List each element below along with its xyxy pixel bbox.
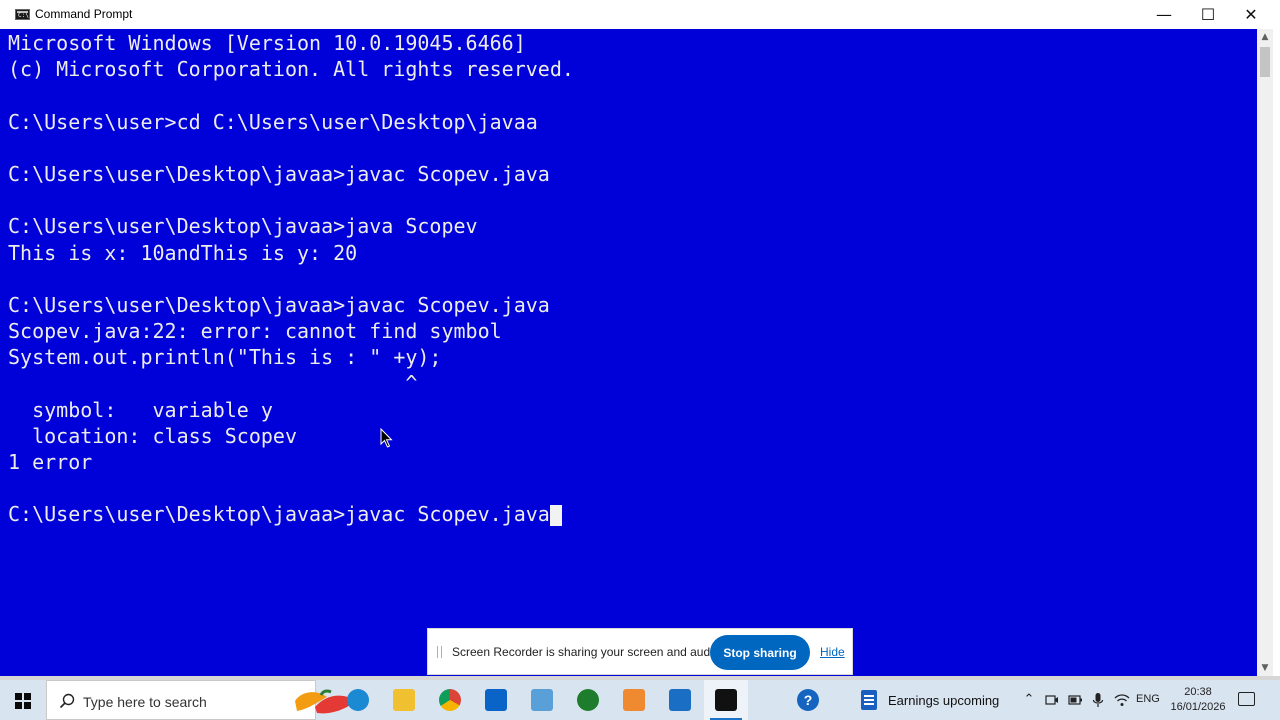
camera-app-icon [669,689,691,711]
windows-logo-icon [15,693,31,709]
search-placeholder: Type here to search [83,694,207,710]
window-title: Command Prompt [35,7,133,21]
show-hidden-icons-button[interactable]: ⌃ [1020,680,1038,720]
console-line: C:\Users\user>cd C:\Users\user\Desktop\j… [8,109,538,134]
console-line: symbol: variable y [8,397,273,422]
edge-taskbar-button[interactable] [336,680,380,720]
news-widget[interactable]: Earnings upcoming [853,680,1013,720]
console-line: 1 error [8,450,93,474]
taskbar: Type here to search ? Earnings upcoming … [0,680,1280,720]
news-icon [861,690,877,710]
close-button[interactable]: ✕ [1229,0,1273,29]
text-cursor [549,505,562,527]
mouse-pointer-icon [380,428,393,448]
title-bar[interactable]: C:\ Command Prompt — ☐ ✕ [0,0,1280,29]
chrome-icon [439,689,461,711]
language-indicator[interactable]: ENG [1136,693,1160,705]
chrome-taskbar-button[interactable] [428,680,472,720]
console-line: This is x: 10andThis is y: 20 [8,240,358,265]
scroll-down-arrow[interactable]: ▼ [1257,660,1273,676]
outlook-taskbar-button[interactable] [474,680,518,720]
screen-sharing-bar: Screen Recorder is sharing your screen a… [427,628,853,675]
console-line: Scopev.java:22: error: cannot find symbo… [8,319,502,344]
file-explorer-taskbar-button[interactable] [382,680,426,720]
sharing-message: Screen Recorder is sharing your screen a… [452,645,723,659]
console-line: ^ [8,371,418,396]
vertical-scrollbar[interactable]: ▲ ▼ [1257,29,1273,676]
notifications-icon[interactable] [1238,692,1255,706]
microphone-icon[interactable] [1092,692,1104,708]
console-line: C:\Users\user\Desktop\javaa>javac Scopev… [8,292,550,317]
edge-icon [347,689,369,711]
maximize-button[interactable]: ☐ [1186,0,1230,29]
hide-link[interactable]: Hide [820,645,845,659]
battery-icon[interactable] [1068,694,1082,706]
console-input-line[interactable]: C:\Users\user\Desktop\javaa>javac Scopev… [8,501,574,527]
file-explorer-icon [393,689,415,711]
console-line: C:\Users\user\Desktop\javaa>java Scopev [8,214,478,239]
camera-app-taskbar-button[interactable] [658,680,702,720]
scroll-up-arrow[interactable]: ▲ [1257,29,1273,45]
orange-app-icon [623,689,645,711]
search-icon [59,693,75,709]
start-button[interactable] [0,680,46,720]
notepad-taskbar-button[interactable] [520,680,564,720]
news-label: Earnings upcoming [888,693,1000,708]
command-prompt-app-icon: C:\ [15,9,30,20]
clock-date: 16/01/2026 [1170,701,1226,713]
wifi-icon[interactable] [1114,693,1130,707]
scroll-thumb[interactable] [1260,47,1270,77]
command-prompt-icon [715,689,737,711]
outlook-icon [485,689,507,711]
console-line: Microsoft Windows [Version 10.0.19045.64… [8,31,526,55]
console-output: Microsoft Windows [Version 10.0.19045.64… [8,30,574,528]
console-line: System.out.println("This is : " +y); [8,345,442,370]
console-current-command: C:\Users\user\Desktop\javaa>javac Scopev… [8,502,550,527]
green-app-taskbar-button[interactable] [566,680,610,720]
orange-app-taskbar-button[interactable] [612,680,656,720]
console-line: C:\Users\user\Desktop\javaa>javac Scopev… [8,161,550,186]
drag-handle-icon[interactable] [437,646,442,658]
clock[interactable]: 20:38 16/01/2026 [1170,685,1226,715]
console-line: (c) Microsoft Corporation. All rights re… [8,57,574,82]
help-icon[interactable]: ? [797,689,819,711]
taskbar-search-box[interactable]: Type here to search [46,680,355,720]
console-area[interactable]: Microsoft Windows [Version 10.0.19045.64… [0,29,1257,676]
console-line: location: class Scopev [8,423,297,448]
stop-sharing-button[interactable]: Stop sharing [710,635,810,670]
notepad-icon [531,689,553,711]
window-border [1273,29,1280,676]
clock-time: 20:38 [1184,686,1212,698]
green-app-icon [577,689,599,711]
minimize-button[interactable]: — [1142,0,1186,29]
command-prompt-taskbar-button[interactable] [704,680,748,720]
meet-now-icon[interactable] [1045,693,1059,707]
